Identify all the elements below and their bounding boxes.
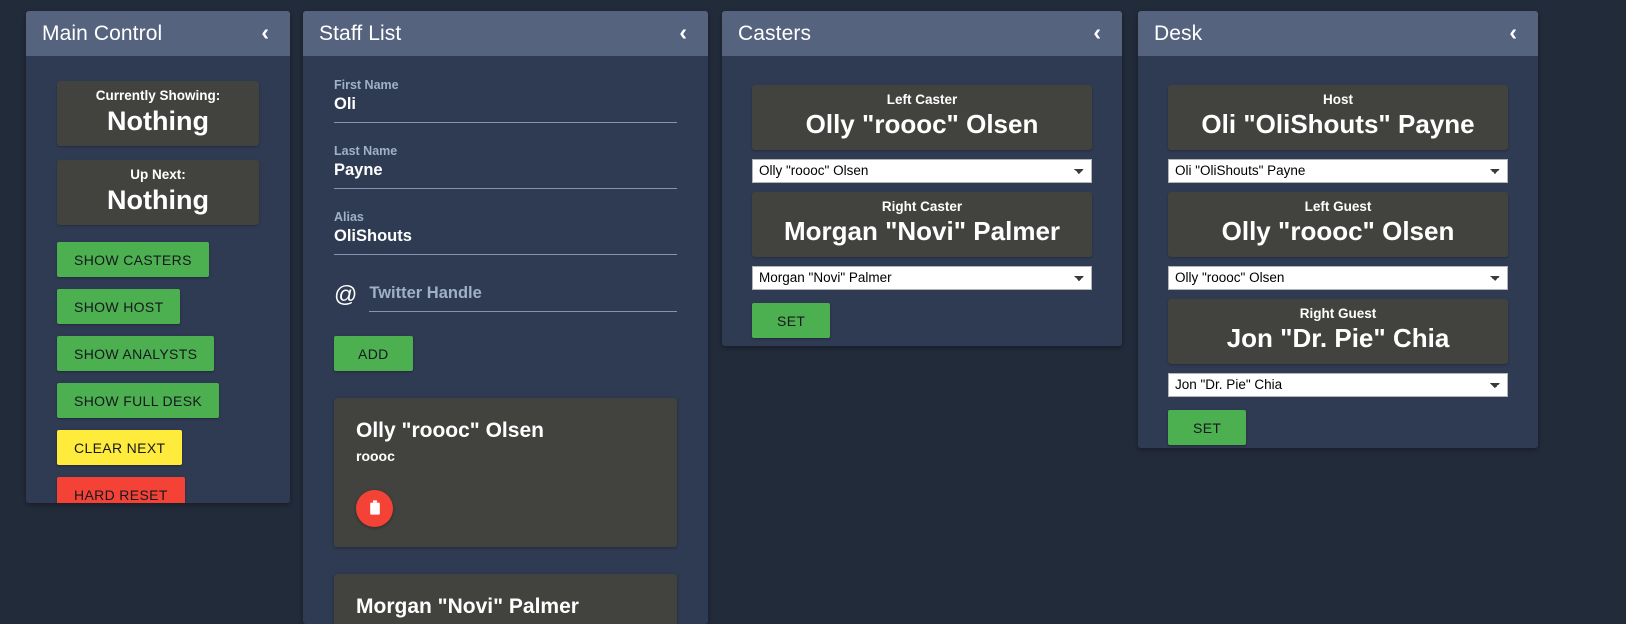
casters-header: Casters ‹ bbox=[722, 11, 1122, 56]
first-name-field: First Name bbox=[334, 78, 677, 123]
left-caster-label: Left Caster bbox=[886, 92, 958, 107]
right-guest-display: Right Guest Jon "Dr. Pie" Chia bbox=[1168, 298, 1508, 364]
host-value: Oli "OliShouts" Payne bbox=[1201, 108, 1475, 139]
right-guest-label: Right Guest bbox=[1299, 305, 1377, 321]
up-next-label: Up Next: bbox=[130, 167, 186, 183]
show-full-desk-button[interactable]: SHOW FULL DESK bbox=[57, 383, 220, 419]
right-caster-select[interactable]: Morgan "Novi" Palmer bbox=[752, 265, 1092, 290]
staff-card[interactable]: Olly "roooc" Olsen roooc bbox=[334, 398, 677, 547]
right-caster-value: Morgan "Novi" Palmer bbox=[783, 215, 1061, 246]
staff-list-panel: Staff List ‹ First Name Last Name Alias … bbox=[303, 11, 708, 624]
alias-field: Alias bbox=[334, 210, 677, 255]
staff-card-name: Olly "roooc" Olsen bbox=[356, 419, 544, 442]
left-guest-label: Left Guest bbox=[1304, 198, 1372, 214]
casters-body: Left Caster Olly "roooc" Olsen Olly "roo… bbox=[722, 56, 1122, 338]
staff-card-alias: roooc bbox=[356, 448, 395, 465]
desk-panel: Desk ‹ Host Oli "OliShouts" Payne Oli "O… bbox=[1138, 11, 1538, 448]
casters-set-button[interactable]: SET bbox=[752, 302, 831, 338]
host-select[interactable]: Oli "OliShouts" Payne bbox=[1168, 158, 1508, 183]
alias-label: Alias bbox=[334, 210, 364, 224]
panel-title: Staff List bbox=[319, 22, 402, 45]
desk-header: Desk ‹ bbox=[1138, 11, 1538, 56]
left-caster-display: Left Caster Olly "roooc" Olsen bbox=[752, 85, 1092, 150]
clear-next-button[interactable]: CLEAR NEXT bbox=[57, 430, 183, 466]
desk-body: Host Oli "OliShouts" Payne Oli "OliShout… bbox=[1138, 56, 1538, 445]
main-control-buttons: SHOW CASTERS SHOW HOST SHOW ANALYSTS SHO… bbox=[57, 242, 259, 503]
chevron-left-icon[interactable]: ‹ bbox=[251, 20, 273, 47]
staff-card-name: Morgan "Novi" Palmer bbox=[356, 594, 579, 618]
at-sign-icon: @ bbox=[334, 281, 358, 307]
delete-staff-button[interactable] bbox=[356, 489, 393, 527]
panel-title: Main Control bbox=[42, 22, 163, 45]
left-guest-select[interactable]: Olly "roooc" Olsen bbox=[1168, 265, 1508, 290]
first-name-input[interactable] bbox=[334, 95, 677, 123]
twitter-handle-field: @ bbox=[334, 283, 677, 312]
up-next-box: Up Next: Nothing bbox=[57, 160, 259, 226]
chevron-left-icon[interactable]: ‹ bbox=[1499, 20, 1521, 47]
staff-list-header: Staff List ‹ bbox=[303, 11, 708, 56]
right-guest-select[interactable]: Jon "Dr. Pie" Chia bbox=[1168, 372, 1508, 397]
first-name-label: First Name bbox=[334, 78, 399, 92]
desk-set-button[interactable]: SET bbox=[1168, 409, 1247, 445]
right-caster-display: Right Caster Morgan "Novi" Palmer bbox=[752, 191, 1092, 257]
show-host-button[interactable]: SHOW HOST bbox=[57, 289, 181, 325]
up-next-value: Nothing bbox=[107, 184, 209, 215]
left-guest-display: Left Guest Olly "roooc" Olsen bbox=[1168, 191, 1508, 257]
left-caster-select[interactable]: Olly "roooc" Olsen bbox=[752, 158, 1092, 183]
hard-reset-button[interactable]: HARD RESET bbox=[57, 477, 185, 503]
add-staff-button[interactable]: ADD bbox=[334, 336, 413, 371]
app-root: Main Control ‹ Currently Showing: Nothin… bbox=[0, 0, 1626, 624]
casters-panel: Casters ‹ Left Caster Olly "roooc" Olsen… bbox=[722, 11, 1122, 346]
last-name-label: Last Name bbox=[334, 144, 398, 158]
host-display: Host Oli "OliShouts" Payne bbox=[1168, 85, 1508, 150]
last-name-input[interactable] bbox=[334, 161, 677, 189]
show-analysts-button[interactable]: SHOW ANALYSTS bbox=[57, 336, 215, 372]
right-caster-label: Right Caster bbox=[881, 198, 963, 214]
trash-icon bbox=[369, 500, 380, 516]
main-control-body: Currently Showing: Nothing Up Next: Noth… bbox=[26, 56, 290, 503]
staff-list-body: First Name Last Name Alias @ ADD Olly "r… bbox=[303, 56, 708, 624]
main-control-panel: Main Control ‹ Currently Showing: Nothin… bbox=[26, 11, 290, 503]
left-caster-value: Olly "roooc" Olsen bbox=[805, 108, 1039, 139]
show-casters-button[interactable]: SHOW CASTERS bbox=[57, 242, 209, 278]
chevron-left-icon[interactable]: ‹ bbox=[1083, 20, 1105, 47]
chevron-left-icon[interactable]: ‹ bbox=[669, 20, 691, 47]
host-label: Host bbox=[1323, 92, 1353, 107]
right-guest-value: Jon "Dr. Pie" Chia bbox=[1226, 322, 1450, 353]
last-name-field: Last Name bbox=[334, 144, 677, 189]
left-guest-value: Olly "roooc" Olsen bbox=[1221, 215, 1455, 246]
alias-input[interactable] bbox=[334, 227, 677, 255]
panel-title: Casters bbox=[738, 22, 812, 45]
currently-showing-label: Currently Showing: bbox=[95, 88, 221, 103]
currently-showing-value: Nothing bbox=[107, 105, 209, 136]
main-control-header: Main Control ‹ bbox=[26, 11, 290, 56]
staff-card[interactable]: Morgan "Novi" Palmer bbox=[334, 573, 677, 624]
currently-showing-box: Currently Showing: Nothing bbox=[57, 81, 259, 147]
twitter-handle-input[interactable] bbox=[369, 284, 677, 312]
panel-title: Desk bbox=[1154, 22, 1203, 45]
